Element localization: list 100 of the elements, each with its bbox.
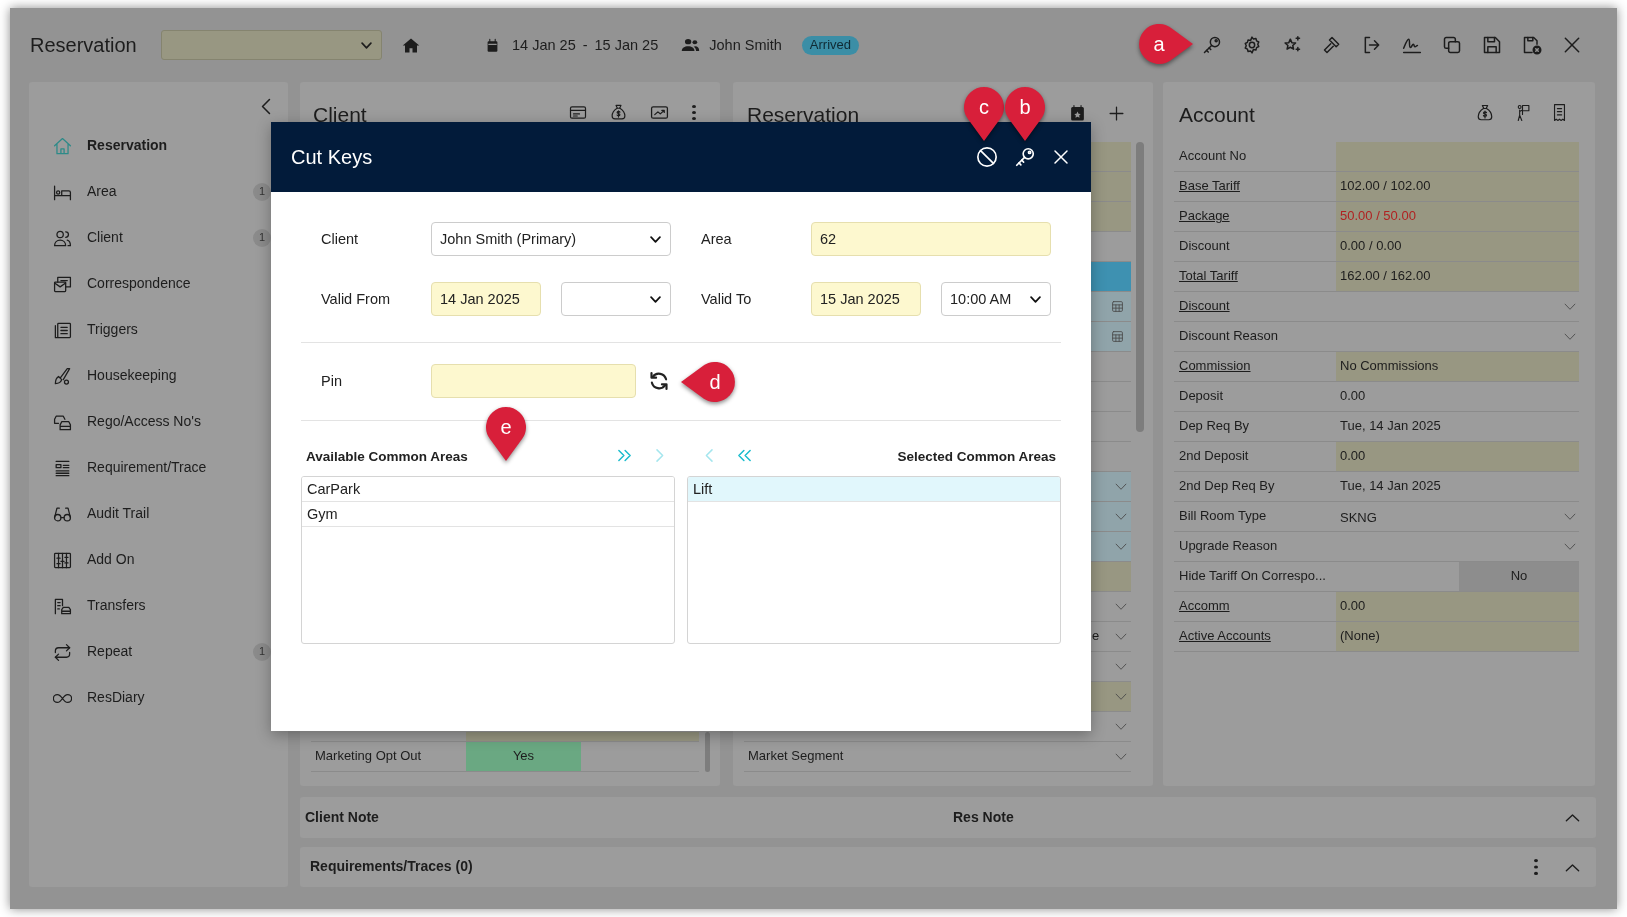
callout-marker: c [964, 87, 1004, 141]
sidebar-item[interactable]: Add On [53, 550, 135, 570]
pin-field[interactable] [431, 364, 636, 398]
chevron-down-icon [1115, 542, 1127, 551]
chevron-down-icon [1115, 662, 1127, 671]
field-link[interactable]: Active Accounts [1179, 628, 1271, 645]
brush-icon [53, 366, 72, 386]
field-link[interactable]: Package [1179, 208, 1230, 225]
sidebar-item[interactable]: Repeat [53, 642, 133, 662]
list-item[interactable]: CarPark [302, 477, 674, 502]
date-field[interactable] [1090, 322, 1131, 351]
status-badge: Arrived [801, 35, 859, 55]
copy-icon[interactable] [1442, 35, 1462, 55]
value-cell: 0.00 [1336, 442, 1579, 471]
signature-icon[interactable] [1402, 35, 1422, 55]
chevron-down-icon [1564, 512, 1576, 521]
value-cell: No Commissions [1336, 352, 1579, 381]
field-label: Area [701, 229, 732, 249]
kebab-menu-icon[interactable] [1534, 859, 1538, 875]
sidebar-item[interactable]: Client [53, 228, 123, 248]
save-cancel-icon[interactable] [1522, 35, 1542, 55]
sidebar-item[interactable]: Reservation [53, 136, 168, 156]
exit-icon[interactable] [1362, 35, 1382, 55]
refresh-icon[interactable] [649, 371, 669, 391]
field-link[interactable]: Accomm [1179, 598, 1230, 615]
sidebar-item[interactable]: Correspondence [53, 274, 191, 294]
sidebar-item[interactable]: Requirement/Trace [53, 458, 207, 478]
field-label: Valid From [321, 289, 391, 309]
home-icon[interactable] [402, 36, 420, 54]
callout-marker: b [1005, 87, 1045, 141]
chevron-up-icon[interactable] [1565, 862, 1580, 872]
guest-name: John Smith [709, 35, 782, 55]
field-label: Bill Room Type [1179, 508, 1267, 525]
value-cell-text: 0.00 [1339, 387, 1367, 406]
money-bag-icon[interactable] [610, 104, 627, 121]
receipt-icon[interactable] [1551, 103, 1568, 122]
sidebar-item[interactable]: Rego/Access No's [53, 412, 201, 432]
sidebar-item[interactable]: Transfers [53, 596, 146, 616]
hammer-icon[interactable] [1322, 35, 1342, 55]
money-bag-icon[interactable] [1476, 103, 1494, 122]
value-cell: (None) [1336, 622, 1579, 651]
ban-icon[interactable] [976, 146, 998, 168]
dropdown-field[interactable] [161, 30, 382, 60]
sidebar-item[interactable]: Housekeeping [53, 366, 177, 386]
sidebar-item[interactable]: Triggers [53, 320, 138, 340]
date-text: 14 Jan 25 [512, 35, 576, 55]
date-field[interactable]: 14 Jan 2025 [431, 282, 541, 316]
chevron-down-icon [1115, 632, 1127, 641]
field-label: Dep Req By [1179, 418, 1250, 435]
field-label: Marketing Opt Out [315, 748, 422, 765]
id-card-icon[interactable] [569, 104, 587, 121]
chevron-down-icon [1564, 332, 1576, 341]
client-dropdown[interactable]: John Smith (Primary) [431, 222, 671, 256]
scrollbar-thumb[interactable] [1136, 142, 1144, 432]
dropdown-field[interactable] [1090, 682, 1131, 711]
field-label: Hide Tariff On Correspo... [1179, 568, 1326, 585]
field-link[interactable]: Base Tariff [1179, 178, 1240, 195]
sidebar-item[interactable]: Audit Trail [53, 504, 150, 524]
dropdown-field[interactable] [1090, 532, 1131, 561]
key-icon[interactable] [1014, 146, 1036, 168]
dropdown-field[interactable] [1090, 502, 1131, 531]
dropdown-field[interactable]: e [1090, 622, 1131, 651]
field-link[interactable]: Total Tariff [1179, 268, 1238, 285]
chart-card-icon[interactable] [650, 104, 669, 121]
date-field[interactable] [1090, 292, 1131, 321]
count-badge: 1 [253, 229, 271, 247]
time-dropdown[interactable]: 10:00 AM [941, 282, 1051, 316]
sidebar-item[interactable]: Area [53, 182, 117, 202]
field-label: Deposit [1179, 388, 1224, 405]
kebab-menu-icon[interactable] [692, 105, 696, 120]
scrollbar-thumb[interactable] [705, 732, 710, 772]
panel-title: Reservation [747, 101, 860, 128]
field-link[interactable]: Discount [1179, 298, 1230, 315]
dropdown-field[interactable] [1090, 472, 1131, 501]
chevron-up-icon[interactable] [1565, 813, 1580, 822]
chevron-down-icon [1115, 602, 1127, 611]
gear-icon[interactable] [1242, 35, 1262, 55]
area-field[interactable]: 62 [811, 222, 1051, 256]
toggle-button[interactable]: Yes [466, 742, 581, 771]
calendar-icon [1111, 330, 1124, 343]
field-label: 2nd Dep Req By [1179, 478, 1275, 495]
envelope-icon [53, 274, 72, 294]
sidebar-item[interactable]: ResDiary [53, 688, 145, 708]
value-cell: 102.00 / 102.00 [1336, 172, 1579, 201]
close-icon[interactable] [1052, 148, 1070, 166]
chevron-down-icon [1115, 692, 1127, 701]
caret-icon [650, 235, 661, 243]
caret-icon [361, 41, 372, 49]
chevron-left-icon[interactable] [261, 98, 271, 115]
date-field[interactable]: 15 Jan 2025 [811, 282, 921, 316]
plus-icon[interactable] [1108, 104, 1125, 122]
chevron-down-icon [1564, 542, 1576, 551]
list-item[interactable]: Lift [688, 477, 1060, 502]
people-icon [681, 37, 701, 53]
dropdown-field[interactable]: SKNG [1336, 502, 1579, 531]
house-icon [53, 136, 72, 156]
field-label: Discount Reason [1179, 328, 1278, 345]
field-link[interactable]: Commission [1179, 358, 1251, 375]
toggle-button[interactable]: No [1459, 562, 1579, 591]
save-icon[interactable] [1482, 35, 1502, 55]
